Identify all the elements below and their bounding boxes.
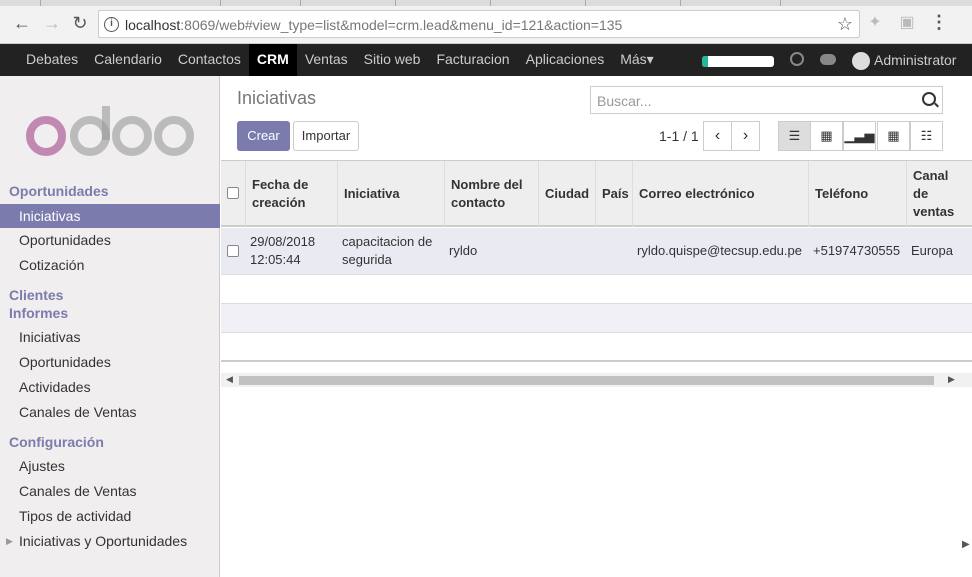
sidebar: Oportunidades Iniciativas Oportunidades … (0, 76, 220, 577)
main-content: Iniciativas Buscar... Crear Importar 1-1… (221, 76, 972, 577)
empty-row (221, 304, 972, 333)
forward-icon[interactable]: → (42, 13, 62, 33)
kanban-view-icon[interactable]: ▦ (810, 121, 843, 151)
menu-crm[interactable]: CRM (248, 44, 297, 76)
list-view-icon[interactable]: ☰ (778, 121, 811, 151)
pivot-view-icon[interactable]: ▦ (877, 121, 910, 151)
sidebar-item-iniciativas-y-oportunidades[interactable]: ▶ Iniciativas y Oportunidades (0, 529, 220, 553)
bookmark-star-icon[interactable]: ☆ (837, 14, 853, 35)
user-menu[interactable]: Administrator (874, 44, 956, 76)
progress-bar[interactable] (702, 56, 774, 67)
sidebar-item-oportunidades[interactable]: Oportunidades (0, 228, 220, 252)
search-input[interactable]: Buscar... (590, 86, 943, 114)
select-all-checkbox[interactable] (227, 187, 239, 199)
menu-aplicaciones[interactable]: Aplicaciones (518, 44, 613, 76)
extension-grid-icon[interactable]: ▣ (898, 14, 916, 32)
horizontal-scrollbar[interactable]: ◀ ▶ (221, 373, 972, 387)
scrollbar-thumb[interactable] (239, 376, 934, 385)
control-panel: Iniciativas Buscar... Crear Importar 1-1… (221, 76, 972, 161)
col-fecha-creacion[interactable]: Fecha de creación (245, 161, 338, 227)
activity-clock-icon[interactable] (790, 52, 804, 66)
main-navbar: Debates Calendario Contactos CRM Ventas … (0, 44, 972, 76)
row-checkbox[interactable] (227, 245, 239, 257)
extension-icon[interactable]: ✦ (866, 14, 884, 32)
menu-contactos[interactable]: Contactos (170, 44, 249, 76)
search-icon[interactable] (922, 92, 936, 106)
sidebar-item-ajustes[interactable]: Ajustes (0, 454, 220, 478)
sidebar-item-informes-oportunidades[interactable]: Oportunidades (0, 350, 220, 374)
col-telefono[interactable]: Teléfono (808, 161, 907, 227)
sidebar-item-iniciativas[interactable]: Iniciativas (0, 204, 220, 228)
menu-ventas[interactable]: Ventas (297, 44, 356, 76)
menu-facturacion[interactable]: Facturacion (428, 44, 517, 76)
browser-tabs (0, 0, 972, 6)
cell-iniciativa: capacitacion de segurida (342, 234, 433, 267)
scroll-right-page-icon[interactable]: ▶ (962, 539, 970, 550)
url-path: :8069/web#view_type=list&model=crm.lead&… (180, 17, 623, 33)
search-placeholder: Buscar... (597, 93, 652, 109)
sidebar-item-informes-iniciativas[interactable]: Iniciativas (0, 325, 220, 349)
breadcrumb[interactable]: Iniciativas (237, 88, 316, 109)
sidebar-item-actividades[interactable]: Actividades (0, 375, 220, 399)
browser-toolbar: ← → ↻ i localhost:8069/web#view_type=lis… (0, 0, 972, 44)
cell-telefono: +51974730555 (813, 243, 901, 258)
pager-next-icon[interactable]: › (731, 121, 760, 151)
scroll-left-icon[interactable]: ◀ (226, 374, 233, 385)
col-canal-ventas[interactable]: Canal de ventas (906, 161, 972, 227)
sidebar-section-clientes[interactable]: Clientes (9, 287, 63, 303)
progress-fill (702, 56, 708, 67)
sidebar-item-cotizacion[interactable]: Cotización (0, 253, 220, 277)
sidebar-item-canales-de-ventas[interactable]: Canales de Ventas (0, 400, 220, 424)
sidebar-item-tipos-de-actividad[interactable]: Tipos de actividad (0, 504, 220, 528)
table-header: Fecha de creación Iniciativa Nombre del … (221, 161, 972, 227)
avatar[interactable] (852, 52, 870, 70)
col-iniciativa[interactable]: Iniciativa (337, 161, 445, 227)
menu-debates[interactable]: Debates (18, 44, 86, 76)
app-menu: Debates Calendario Contactos CRM Ventas … (18, 44, 662, 76)
address-bar[interactable]: i localhost:8069/web#view_type=list&mode… (98, 10, 860, 38)
graph-view-icon[interactable]: ▁▃▅ (843, 121, 876, 151)
address-url[interactable]: localhost:8069/web#view_type=list&model=… (125, 17, 622, 33)
empty-row (221, 333, 972, 362)
import-button[interactable]: Importar (293, 121, 359, 151)
cell-contacto: ryldo (449, 243, 478, 258)
calendar-view-icon[interactable]: ☷ (910, 121, 943, 151)
back-icon[interactable]: ← (12, 13, 32, 33)
caret-right-icon: ▶ (6, 536, 13, 546)
table-row[interactable]: 29/08/2018 12:05:44 capacitacion de segu… (221, 228, 972, 275)
url-host: localhost (125, 17, 181, 33)
empty-row (221, 275, 972, 304)
pager-previous-icon[interactable]: ‹ (703, 121, 732, 151)
cell-correo: ryldo.quispe@tecsup.edu.pe (637, 243, 802, 258)
col-nombre-contacto[interactable]: Nombre del contacto (444, 161, 539, 227)
col-correo[interactable]: Correo electrónico (632, 161, 809, 227)
odoo-logo (26, 106, 194, 156)
menu-mas[interactable]: Más▾ (612, 44, 661, 76)
info-icon[interactable]: i (104, 17, 119, 32)
create-button[interactable]: Crear (237, 121, 290, 151)
chat-icon[interactable] (820, 54, 836, 65)
col-ciudad[interactable]: Ciudad (538, 161, 596, 227)
scroll-right-icon[interactable]: ▶ (948, 374, 955, 385)
cell-pais (594, 228, 632, 274)
menu-sitio-web[interactable]: Sitio web (356, 44, 429, 76)
cell-fecha: 29/08/2018 12:05:44 (250, 234, 316, 267)
sidebar-section-informes[interactable]: Informes (9, 305, 68, 321)
sidebar-item-label: Iniciativas y Oportunidades (19, 533, 188, 549)
cell-canal: Europa (911, 243, 953, 258)
sidebar-section-oportunidades[interactable]: Oportunidades (9, 183, 109, 199)
pager-value[interactable]: 1-1 / 1 (659, 128, 699, 144)
cell-ciudad (537, 228, 595, 274)
sidebar-item-config-canales[interactable]: Canales de Ventas (0, 479, 220, 503)
reload-icon[interactable]: ↻ (70, 13, 90, 33)
sidebar-section-configuracion[interactable]: Configuración (9, 434, 104, 450)
browser-menu-icon[interactable]: ⋮ (930, 12, 948, 33)
menu-calendario[interactable]: Calendario (86, 44, 170, 76)
col-pais[interactable]: País (595, 161, 633, 227)
